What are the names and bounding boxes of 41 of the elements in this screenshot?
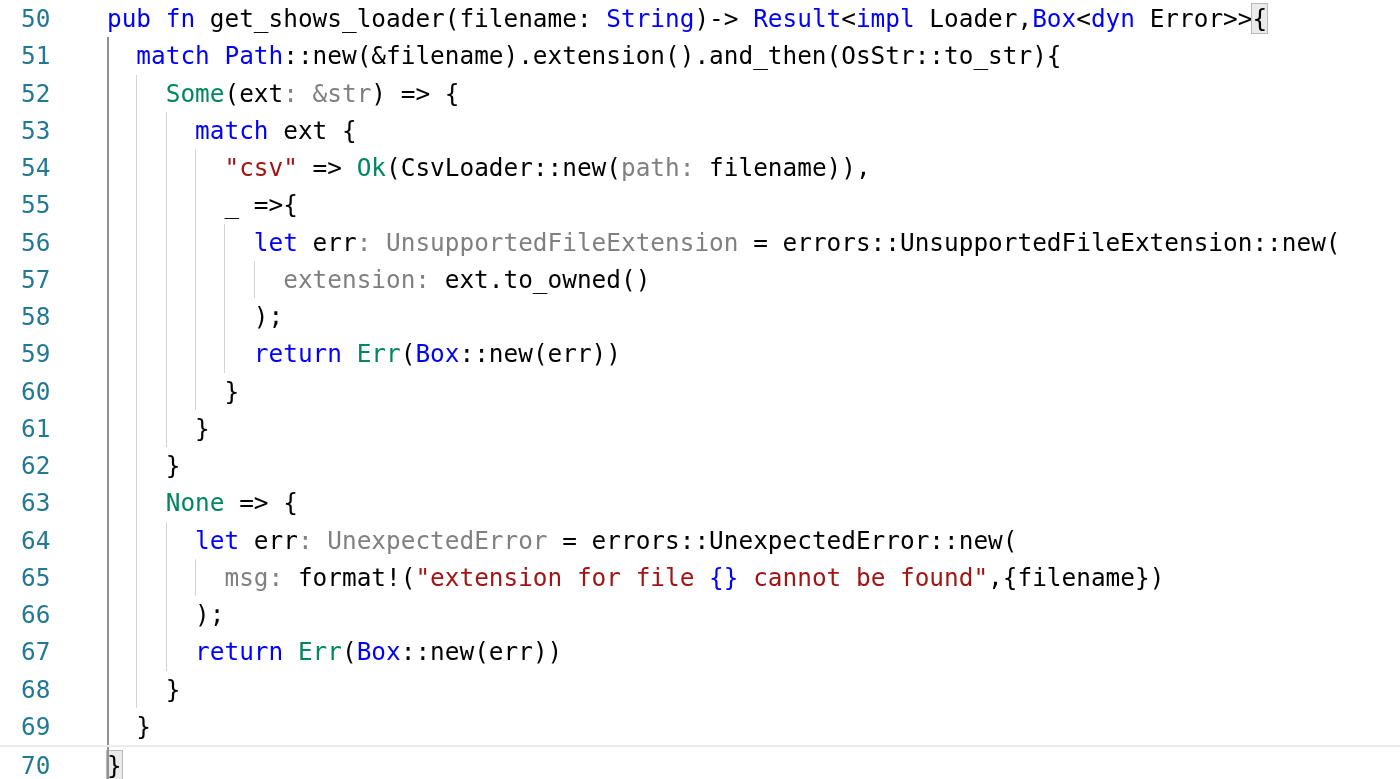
line-number: 51	[20, 41, 52, 71]
line-number: 58	[20, 302, 52, 332]
code-line: match Path::new(&filename).extension().and_then(OsStr::to_str){	[135, 41, 1062, 71]
code-line: msg: format!("extension for file {} cannot be found",{filename})	[223, 562, 1165, 592]
line-number: 55	[20, 190, 52, 220]
code-line: }	[164, 451, 181, 481]
code-line: }	[223, 376, 240, 406]
code-line: let err: UnexpectedError = errors::UnexpectedError::new(	[194, 525, 1018, 555]
line-number: 65	[20, 562, 52, 592]
line-number: 56	[20, 227, 52, 257]
code-line: );	[194, 600, 225, 630]
code-line: _ =>{	[223, 190, 298, 220]
code-line: "csv" => Ok(CsvLoader::new(path: filename)),	[223, 153, 871, 183]
line-number: 70	[20, 751, 52, 779]
line-number: 57	[20, 264, 52, 294]
line-number: 60	[20, 376, 52, 406]
code-line: let err: UnsupportedFileExtension = errors::UnsupportedFileExtension::new(	[252, 227, 1341, 257]
line-number: 62	[20, 451, 52, 481]
code-line: }	[194, 413, 210, 443]
line-number: 64	[20, 525, 52, 555]
code-line: }	[164, 674, 181, 704]
line-number: 52	[20, 78, 52, 108]
line-number: 61	[20, 413, 52, 443]
line-number: 63	[20, 488, 52, 518]
code-line: return Err(Box::new(err))	[252, 339, 621, 369]
code-line: return Err(Box::new(err))	[194, 637, 563, 667]
code-line: );	[252, 302, 284, 332]
line-number: 68	[20, 674, 52, 704]
line-number: 67	[20, 637, 52, 667]
code-line: None => {	[164, 488, 298, 518]
code-line: pub fn get_shows_loader(filename: String)-> Result<impl Loader,Box<dyn Error>>{	[107, 4, 1268, 34]
line-number: 54	[20, 153, 52, 183]
line-number: 66	[20, 600, 52, 630]
line-number: 50	[20, 4, 52, 34]
code-line: Some(ext: &str) => {	[164, 78, 460, 108]
line-number: 59	[20, 339, 52, 369]
code-line: match ext {	[194, 115, 357, 145]
line-number: 53	[20, 115, 52, 145]
code-line: extension: ext.to_owned()	[282, 264, 651, 294]
code-line: }	[135, 711, 152, 741]
line-number: 69	[20, 711, 52, 741]
